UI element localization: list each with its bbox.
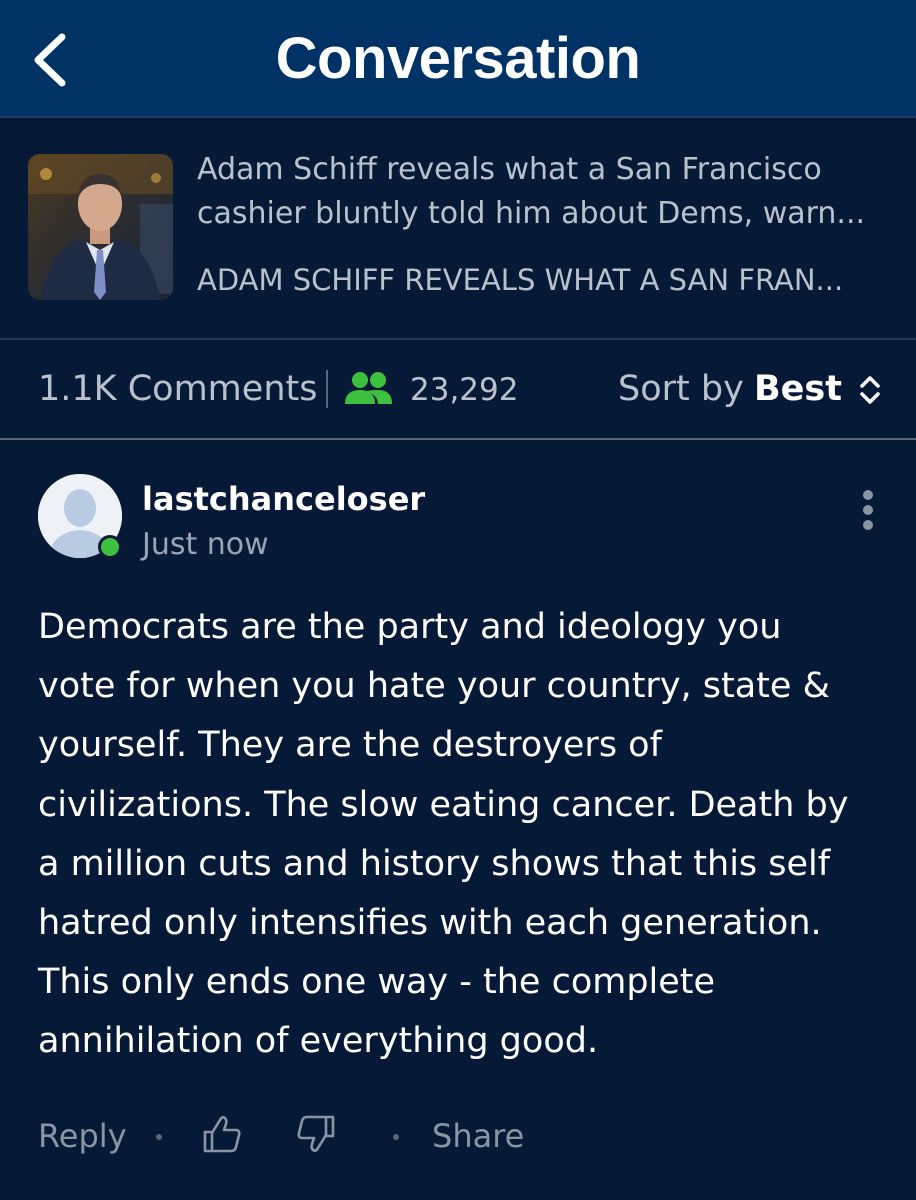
online-status-indicator — [98, 535, 122, 559]
separator-dot — [156, 1134, 162, 1140]
comments-meta-bar: 1.1K Comments 23,292 Sort by Best — [0, 340, 916, 440]
sort-updown-icon — [860, 376, 880, 404]
article-headline-line: cashier bluntly told him about Dems, war… — [197, 196, 866, 231]
comment-username[interactable]: lastchanceloser — [142, 478, 425, 520]
comment-item: lastchanceloser Just now Democrats are t… — [0, 440, 916, 1200]
users-icon — [345, 372, 392, 404]
article-subtitle: ADAM SCHIFF REVEALS WHAT A SAN FRAN... — [197, 263, 844, 297]
viewers-count: 23,292 — [410, 372, 519, 408]
article-preview[interactable]: Adam Schiff reveals what a San Francisco… — [0, 118, 916, 340]
article-headline: Adam Schiff reveals what a San Francisco… — [197, 148, 887, 236]
sort-label: Sort by — [618, 369, 744, 409]
app-header: Conversation — [0, 0, 916, 118]
more-dot-icon — [863, 520, 873, 530]
sort-value: Best — [754, 369, 842, 409]
divider — [326, 370, 328, 408]
comment-body: Democrats are the party and ideology you… — [38, 607, 849, 1062]
sort-dropdown[interactable]: Sort by Best — [618, 364, 888, 416]
comment-timestamp: Just now — [142, 527, 269, 562]
more-dot-icon — [863, 505, 873, 515]
more-dot-icon — [863, 490, 873, 500]
reply-button[interactable]: Reply — [38, 1114, 127, 1158]
article-headline-line: Adam Schiff reveals what a San Francisco — [197, 152, 822, 187]
comments-count: 1.1K Comments — [38, 369, 318, 409]
page-title: Conversation — [275, 26, 641, 91]
share-button[interactable]: Share — [432, 1114, 524, 1158]
thumbs-down-icon[interactable] — [294, 1112, 338, 1156]
more-options-button[interactable] — [850, 486, 886, 534]
separator-dot — [393, 1134, 399, 1140]
article-thumbnail — [28, 154, 173, 300]
comment-actions: Reply Share — [0, 1108, 916, 1164]
thumbs-up-icon[interactable] — [200, 1112, 244, 1156]
